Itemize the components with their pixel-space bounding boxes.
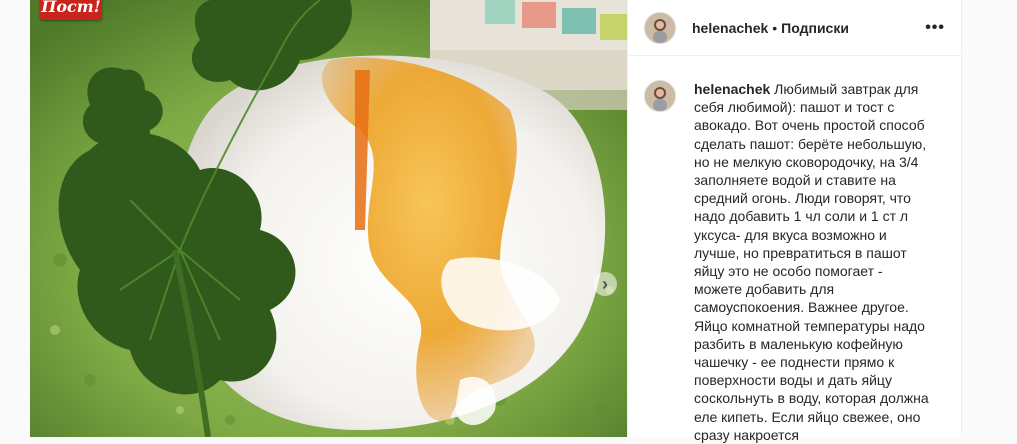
- post-badge: Пост!: [40, 0, 102, 20]
- following-button[interactable]: Подписки: [781, 20, 849, 36]
- page-gutter-right: [962, 0, 1017, 437]
- chevron-right-icon[interactable]: ›: [593, 272, 617, 296]
- page-gutter-left: [0, 0, 30, 437]
- caption-text: helenachek Любимый завтрак для себя люби…: [694, 80, 932, 443]
- caption-username[interactable]: helenachek: [694, 81, 770, 97]
- caption-body: Любимый завтрак для себя любимой): пашот…: [694, 81, 929, 443]
- caption-block: helenachek Любимый завтрак для себя люби…: [644, 80, 945, 443]
- post-sidebar: helenachek • Подписки ••• helenachek Люб…: [627, 0, 962, 443]
- header-username[interactable]: helenachek: [692, 20, 768, 36]
- poached-egg-photo: [30, 0, 627, 437]
- header-separator: •: [772, 19, 778, 36]
- avatar[interactable]: [644, 11, 676, 44]
- more-options-icon[interactable]: •••: [925, 19, 945, 37]
- post-image[interactable]: Пост! ›: [30, 0, 627, 437]
- post-header: helenachek • Подписки •••: [628, 0, 961, 56]
- caption-avatar[interactable]: [644, 80, 676, 112]
